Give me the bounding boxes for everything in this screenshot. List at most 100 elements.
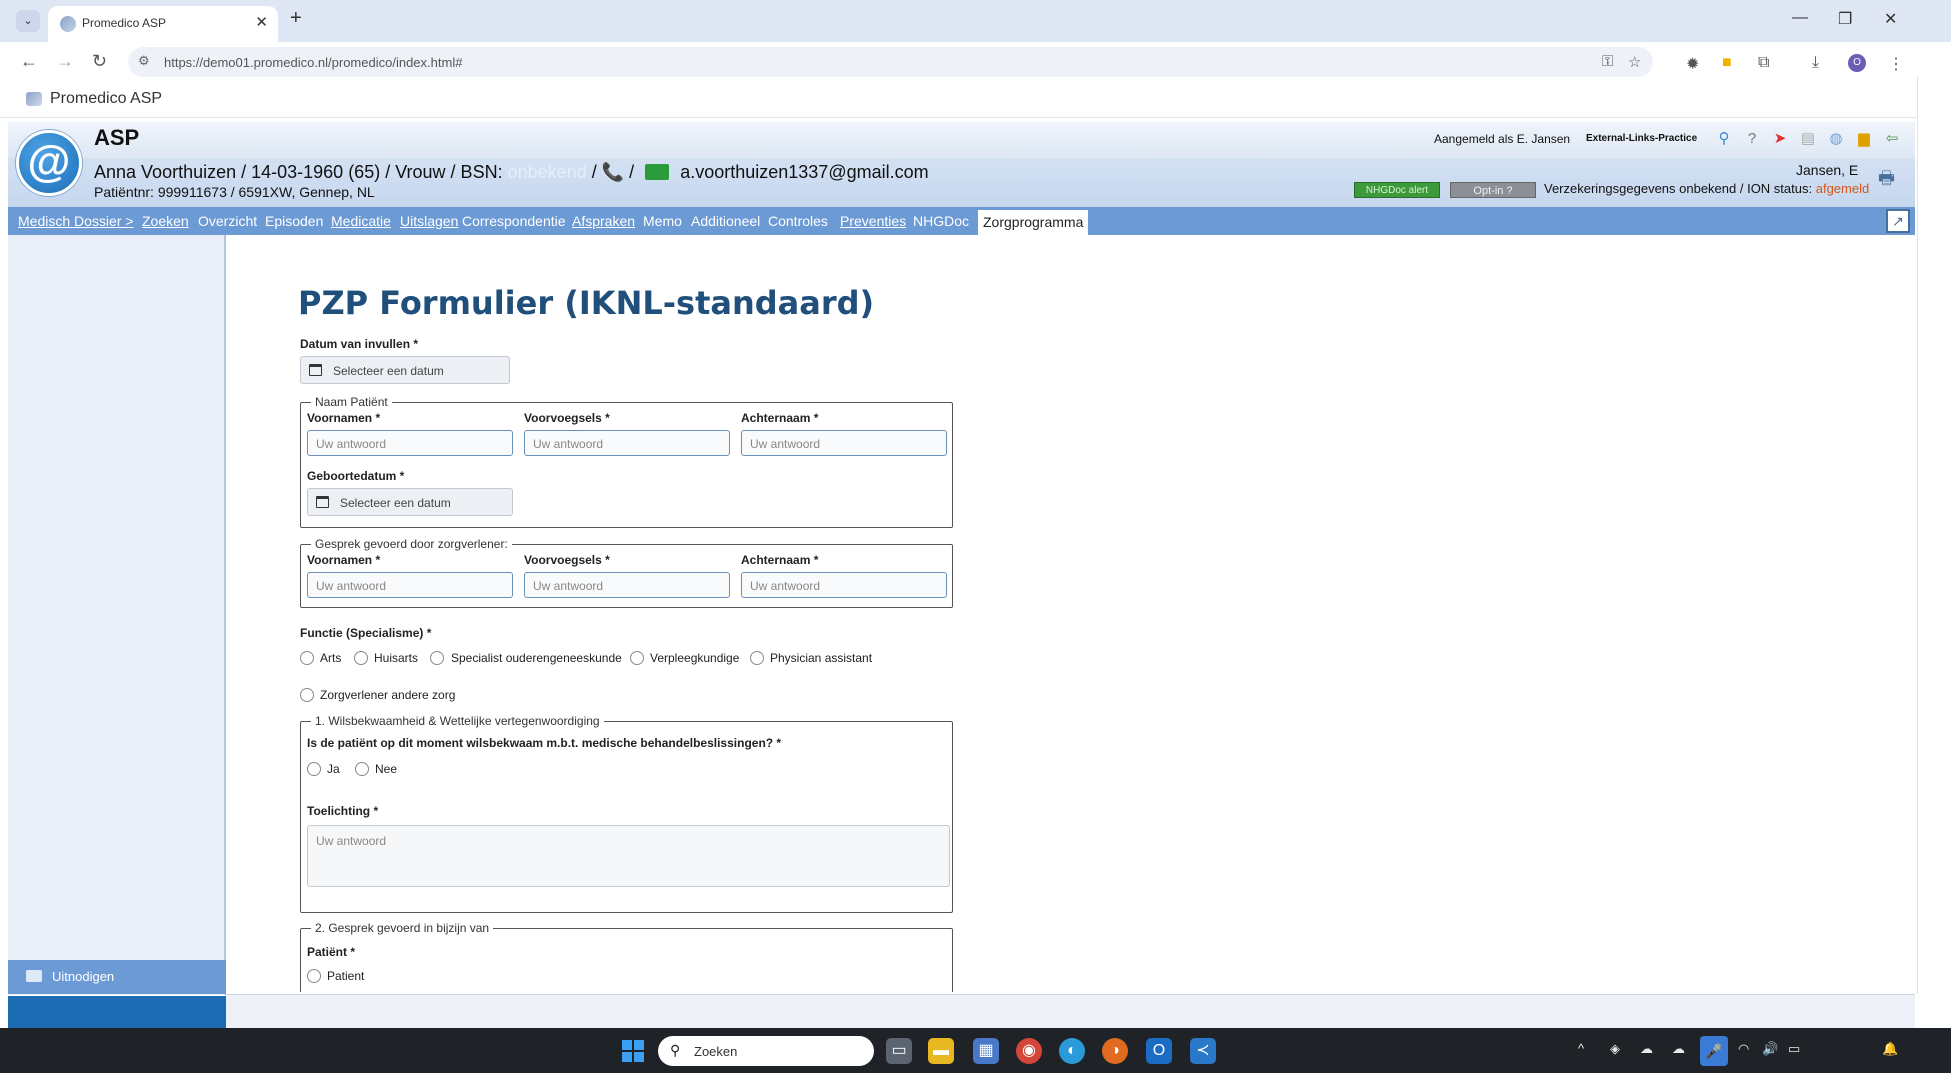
radio-verpleegkundige[interactable] bbox=[630, 651, 644, 665]
volume-icon[interactable]: 🔊 bbox=[1762, 1041, 1778, 1057]
forward-icon[interactable]: → bbox=[56, 51, 74, 72]
nav-additioneel[interactable]: Additioneel bbox=[691, 213, 760, 229]
radio-ja[interactable] bbox=[307, 762, 321, 776]
reload-icon[interactable]: ↻ bbox=[92, 51, 107, 72]
birthdate-placeholder: Selecteer een datum bbox=[340, 496, 451, 510]
patient-email[interactable]: a.voorthuizen1337@gmail.com bbox=[680, 162, 928, 182]
extensions-puzzle-icon[interactable]: ⧉ bbox=[1758, 54, 1769, 72]
notification-icon[interactable]: 🔔 bbox=[1882, 1041, 1898, 1057]
radio-nee[interactable] bbox=[355, 762, 369, 776]
nav-zorgprogramma[interactable]: Zorgprogramma bbox=[978, 210, 1089, 235]
provider-name: Jansen, E bbox=[1796, 162, 1859, 178]
nav-overzicht[interactable]: Overzicht bbox=[198, 213, 257, 229]
patient-prefix-label: Voorvoegsels * bbox=[524, 411, 610, 425]
restore-icon[interactable]: ❐ bbox=[1838, 9, 1852, 29]
teams-icon[interactable]: ▦ bbox=[973, 1038, 999, 1064]
radio-specialist-ouderengeneeskunde[interactable] bbox=[430, 651, 444, 665]
nav-memo[interactable]: Memo bbox=[643, 213, 682, 229]
globe-icon[interactable]: ◍ bbox=[1826, 129, 1846, 149]
input-placeholder: Uw antwoord bbox=[750, 437, 821, 451]
vscode-icon[interactable]: ≺ bbox=[1190, 1038, 1216, 1064]
edge-icon[interactable]: ◐ bbox=[1059, 1038, 1085, 1064]
email-envelope-icon[interactable] bbox=[645, 164, 670, 180]
browser-tab[interactable]: Promedico ASP ✕ bbox=[48, 6, 278, 42]
radio-patient[interactable] bbox=[307, 969, 321, 983]
extension-gear-icon[interactable]: ✹ bbox=[1686, 54, 1699, 74]
explanation-textarea[interactable]: Uw antwoord bbox=[307, 825, 950, 887]
browser-toolbar: ← → ↻ ⚙ https://demo01.promedico.nl/prom… bbox=[0, 42, 1951, 82]
radio-specialist-label: Specialist ouderengeneeskunde bbox=[451, 651, 622, 665]
radio-arts[interactable] bbox=[300, 651, 314, 665]
caregiver-last-name-input[interactable]: Uw antwoord bbox=[741, 572, 947, 598]
address-bar[interactable]: ⚙ https://demo01.promedico.nl/promedico/… bbox=[128, 47, 1653, 77]
invite-button[interactable]: Uitnodigen bbox=[8, 960, 226, 994]
calendar-icon bbox=[309, 364, 322, 376]
tab-close-icon[interactable]: ✕ bbox=[255, 13, 268, 31]
document-icon[interactable]: ▤ bbox=[1798, 129, 1818, 149]
nav-controles[interactable]: Controles bbox=[768, 213, 828, 229]
patient-name-legend: Naam Patiënt bbox=[311, 395, 392, 409]
nav-medicatie[interactable]: Medicatie bbox=[331, 213, 391, 229]
extension-yellow-icon[interactable]: ■ bbox=[1722, 54, 1732, 72]
task-view-icon[interactable]: ▭ bbox=[886, 1038, 912, 1064]
external-links-link[interactable]: External-Links-Practice bbox=[1586, 133, 1697, 144]
nav-medisch-dossier[interactable]: Medisch Dossier > bbox=[18, 213, 134, 229]
back-icon[interactable]: ← bbox=[20, 51, 38, 72]
nav-zoeken[interactable]: Zoeken bbox=[142, 213, 189, 229]
person-search-icon[interactable]: ⚲ bbox=[1714, 129, 1734, 149]
birthdate-picker[interactable]: Selecteer een datum bbox=[307, 488, 513, 516]
patient-last-name-input[interactable]: Uw antwoord bbox=[741, 430, 947, 456]
file-explorer-icon[interactable]: ▬ bbox=[928, 1038, 954, 1064]
microphone-icon[interactable]: 🎤 bbox=[1700, 1036, 1728, 1066]
caregiver-prefix-input[interactable]: Uw antwoord bbox=[524, 572, 730, 598]
popout-icon[interactable]: ↗ bbox=[1886, 209, 1910, 233]
nav-episoden[interactable]: Episoden bbox=[265, 213, 323, 229]
onedrive-icon[interactable]: ☁ bbox=[1640, 1041, 1653, 1057]
minimize-icon[interactable]: — bbox=[1792, 9, 1808, 27]
windows-start-icon[interactable] bbox=[622, 1040, 644, 1062]
tray-shield-icon[interactable]: ◈ bbox=[1610, 1041, 1620, 1057]
wifi-icon[interactable]: ◠ bbox=[1738, 1041, 1749, 1057]
printer-icon[interactable]: 🖶 bbox=[1878, 166, 1904, 188]
logout-icon[interactable]: ⇦ bbox=[1882, 129, 1902, 149]
nav-uitslagen[interactable]: Uitslagen bbox=[400, 213, 458, 229]
window-close-icon[interactable]: ✕ bbox=[1884, 9, 1897, 29]
forward-arrow-icon[interactable]: ➤ bbox=[1770, 129, 1790, 149]
patient-prefix-input[interactable]: Uw antwoord bbox=[524, 430, 730, 456]
folder-icon[interactable]: ▆ bbox=[1854, 129, 1874, 149]
taskbar-search[interactable]: ⚲ Zoeken bbox=[658, 1036, 874, 1066]
downloads-icon[interactable]: ⤓ bbox=[1812, 54, 1819, 72]
bookmark-star-icon[interactable]: ☆ bbox=[1628, 53, 1641, 71]
radio-huisarts[interactable] bbox=[354, 651, 368, 665]
nav-afspraken[interactable]: Afspraken bbox=[572, 213, 635, 229]
date-label: Datum van invullen * bbox=[300, 337, 419, 351]
radio-ja-label: Ja bbox=[327, 762, 340, 776]
site-settings-icon[interactable]: ⚙ bbox=[138, 53, 150, 69]
section1-legend: 1. Wilsbekwaamheid & Wettelijke vertegen… bbox=[311, 714, 604, 728]
date-picker[interactable]: Selecteer een datum bbox=[300, 356, 510, 384]
browser-menu-icon[interactable]: ⋮ bbox=[1888, 54, 1904, 74]
tab-search-button[interactable]: ⌄ bbox=[16, 10, 40, 32]
tray-chevron-icon[interactable]: ^ bbox=[1578, 1041, 1584, 1056]
firefox-icon[interactable]: ◑ bbox=[1102, 1038, 1128, 1064]
tray-network-drive-icon[interactable]: ☁ bbox=[1672, 1041, 1685, 1057]
password-key-icon[interactable]: ⚿ bbox=[1602, 53, 1613, 70]
patient-last-name-label: Achternaam * bbox=[741, 411, 819, 425]
help-icon[interactable]: ? bbox=[1742, 129, 1762, 149]
radio-physician-assistant[interactable] bbox=[750, 651, 764, 665]
caregiver-first-names-input[interactable]: Uw antwoord bbox=[307, 572, 513, 598]
radio-zorgverlener-andere-zorg[interactable] bbox=[300, 688, 314, 702]
phone-icon[interactable]: 📞 bbox=[602, 162, 624, 182]
battery-icon[interactable]: ▭ bbox=[1788, 1041, 1800, 1057]
nav-preventies[interactable]: Preventies bbox=[840, 213, 906, 229]
profile-avatar[interactable]: O bbox=[1848, 54, 1866, 72]
chrome-icon[interactable]: ◉ bbox=[1016, 1038, 1042, 1064]
patient-first-names-input[interactable]: Uw antwoord bbox=[307, 430, 513, 456]
opt-in-button[interactable]: Opt-in ? bbox=[1450, 182, 1536, 198]
outlook-icon[interactable]: O bbox=[1146, 1038, 1172, 1064]
nav-nhgdoc[interactable]: NHGDoc bbox=[913, 213, 969, 229]
new-tab-icon[interactable]: + bbox=[290, 7, 302, 30]
patient-demographics: Anna Voorthuizen / 14-03-1960 (65) / Vro… bbox=[94, 162, 503, 182]
nhgdoc-alert-button[interactable]: NHGDoc alert bbox=[1354, 182, 1440, 198]
nav-correspondentie[interactable]: Correspondentie bbox=[462, 213, 566, 229]
